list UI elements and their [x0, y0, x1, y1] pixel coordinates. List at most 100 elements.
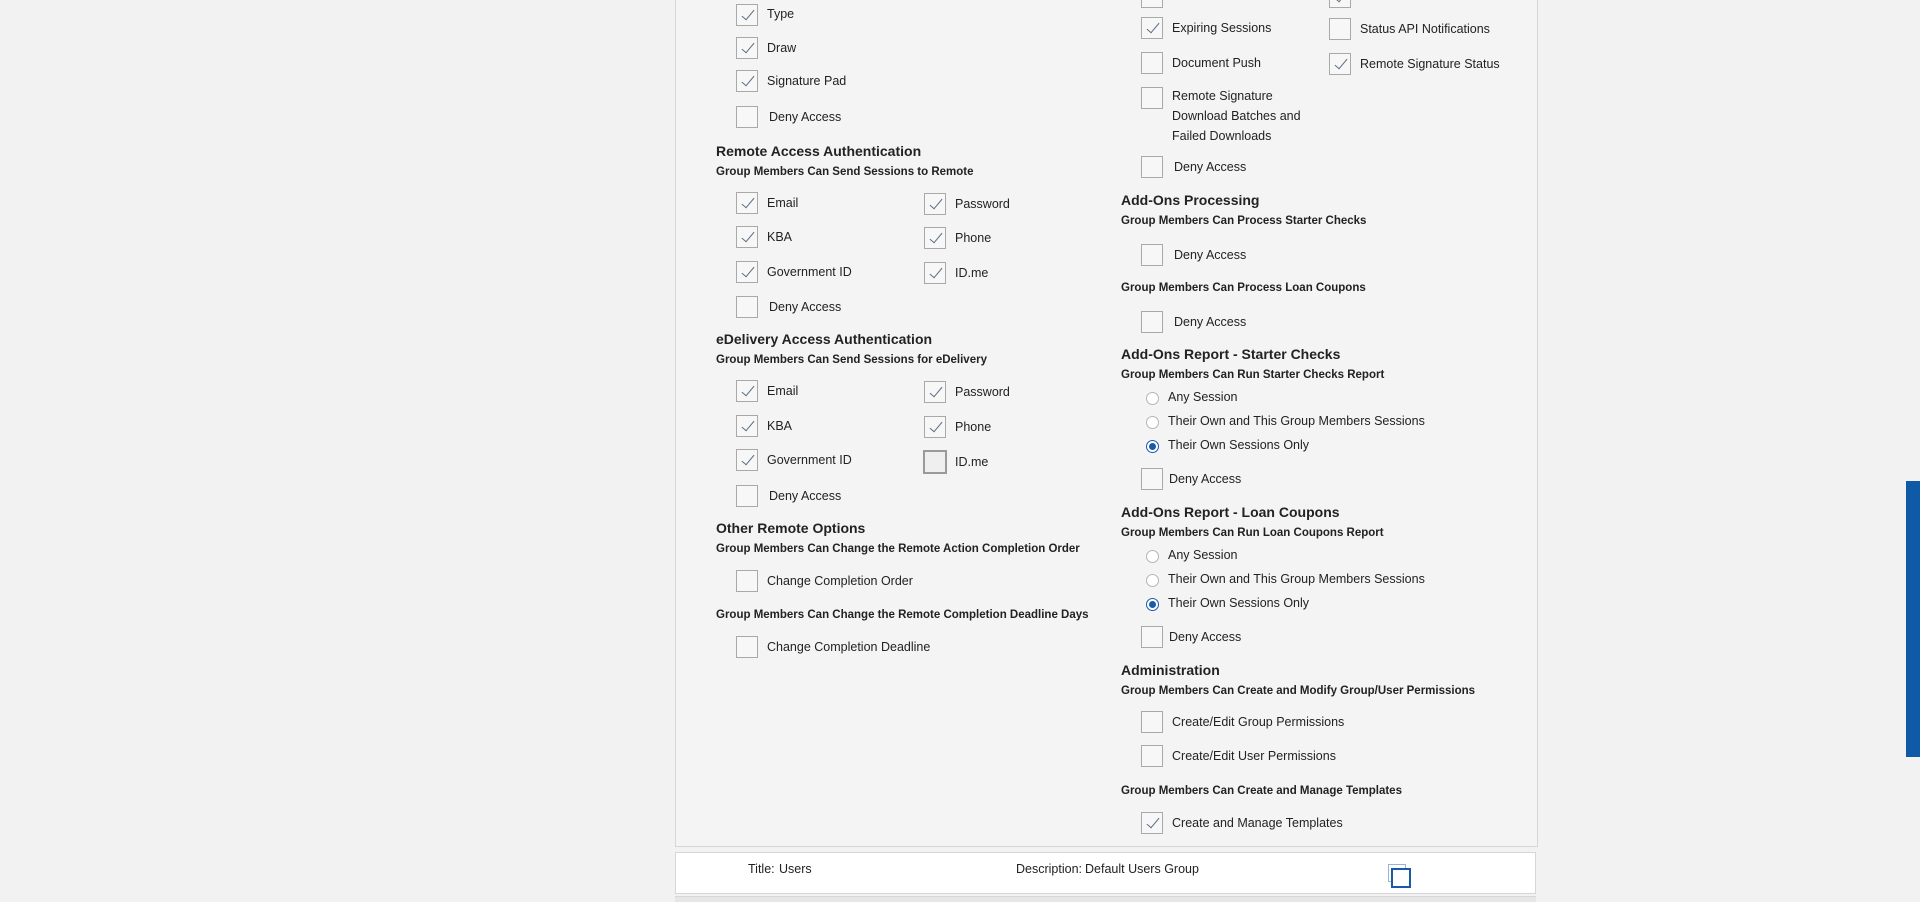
label-report-loan-deny: Deny Access [1169, 630, 1242, 644]
footer-description-label: Description: [1016, 862, 1082, 876]
section-report-loan-title: Add-Ons Report - Loan Coupons [1121, 504, 1340, 520]
label-create-manage-templates: Create and Manage Templates [1172, 816, 1343, 830]
section-addons-processing-loan: Group Members Can Process Loan Coupons [1121, 282, 1366, 294]
label-remote-email: Email [767, 196, 799, 210]
label-change-completion-deadline: Change Completion Deadline [767, 640, 931, 654]
checkbox-notifications-deny[interactable] [1141, 156, 1163, 178]
label-process-starter-deny: Deny Access [1174, 248, 1247, 262]
section-edelivery-title: eDelivery Access Authentication [716, 331, 933, 347]
checkbox-create-edit-group-permissions[interactable] [1141, 711, 1163, 733]
label-edelivery-email: Email [767, 384, 799, 398]
checkbox-type[interactable] [736, 4, 758, 26]
checkbox-partial-top-right[interactable] [1329, 0, 1351, 8]
checkbox-remote-government-id[interactable] [736, 261, 758, 283]
next-row-edge [675, 896, 1536, 902]
label-edelivery-deny: Deny Access [769, 489, 842, 503]
checkbox-remote-deny[interactable] [736, 296, 758, 318]
radio-starter-any-session[interactable] [1146, 392, 1159, 405]
scrollbar-thumb[interactable] [1906, 481, 1920, 757]
checkbox-edelivery-email[interactable] [736, 380, 758, 402]
label-remote-signature-status: Remote Signature Status [1360, 57, 1500, 71]
section-report-loan-subtitle: Group Members Can Run Loan Coupons Repor… [1121, 527, 1384, 539]
checkbox-remote-signature-download[interactable] [1141, 87, 1163, 109]
label-remote-phone: Phone [955, 231, 992, 245]
section-other-remote-subtitle2: Group Members Can Change the Remote Comp… [716, 609, 1089, 621]
label-edelivery-kba: KBA [767, 419, 793, 433]
radio-loan-own-and-group[interactable] [1146, 574, 1159, 587]
label-remote-password: Password [955, 197, 1010, 211]
checkbox-document-push[interactable] [1141, 52, 1163, 74]
footer-title-label: Title: [748, 862, 775, 876]
label-report-starter-deny: Deny Access [1169, 472, 1242, 486]
label-remote-government-id: Government ID [767, 265, 852, 279]
checkbox-signature-deny[interactable] [736, 106, 758, 128]
checkbox-draw[interactable] [736, 37, 758, 59]
checkbox-edelivery-password[interactable] [924, 381, 946, 403]
section-addons-processing-title: Add-Ons Processing [1121, 192, 1260, 208]
checkbox-create-manage-templates[interactable] [1141, 812, 1163, 834]
label-document-push: Document Push [1172, 56, 1261, 70]
section-edelivery-subtitle: Group Members Can Send Sessions for eDel… [716, 354, 987, 366]
section-administration-subtitle: Group Members Can Create and Modify Grou… [1121, 685, 1476, 697]
label-loan-own-and-group: Their Own and This Group Members Session… [1168, 572, 1425, 586]
label-remote-idme: ID.me [955, 266, 989, 280]
label-create-edit-group-permissions: Create/Edit Group Permissions [1172, 715, 1345, 729]
label-remote-deny: Deny Access [769, 300, 842, 314]
label-remote-signature-download: Remote Signature Download Batches and Fa… [1172, 89, 1301, 143]
checkbox-edelivery-idme[interactable] [923, 450, 947, 474]
section-remote-access-title: Remote Access Authentication [716, 143, 922, 159]
checkbox-remote-email[interactable] [736, 192, 758, 214]
checkbox-remote-password[interactable] [924, 193, 946, 215]
checkbox-remote-phone[interactable] [924, 227, 946, 249]
label-signature-deny: Deny Access [769, 110, 842, 124]
footer-title-value: Users [779, 862, 812, 876]
label-create-edit-user-permissions: Create/Edit User Permissions [1172, 749, 1336, 763]
checkbox-partial-top[interactable] [1141, 0, 1163, 8]
section-other-remote-subtitle1: Group Members Can Change the Remote Acti… [716, 543, 1080, 555]
label-loan-any-session: Any Session [1168, 548, 1238, 562]
radio-starter-own-and-group[interactable] [1146, 416, 1159, 429]
label-starter-own-and-group: Their Own and This Group Members Session… [1168, 414, 1425, 428]
label-expiring-sessions: Expiring Sessions [1172, 21, 1272, 35]
section-addons-processing-starter: Group Members Can Process Starter Checks [1121, 215, 1367, 227]
checkbox-status-api-notifications[interactable] [1329, 18, 1351, 40]
checkbox-remote-signature-status[interactable] [1329, 53, 1351, 75]
radio-loan-own-only[interactable] [1146, 598, 1159, 611]
label-draw: Draw [767, 41, 797, 55]
copy-icon[interactable] [1388, 864, 1414, 888]
radio-loan-any-session[interactable] [1146, 550, 1159, 563]
label-edelivery-government-id: Government ID [767, 453, 852, 467]
section-report-starter-title: Add-Ons Report - Starter Checks [1121, 346, 1341, 362]
label-type: Type [767, 7, 795, 21]
checkbox-edelivery-deny[interactable] [736, 485, 758, 507]
checkbox-report-starter-deny[interactable] [1141, 468, 1163, 490]
section-remote-access-subtitle: Group Members Can Send Sessions to Remot… [716, 166, 974, 178]
checkbox-change-completion-deadline[interactable] [736, 636, 758, 658]
label-notifications-deny: Deny Access [1174, 160, 1247, 174]
checkbox-remote-kba[interactable] [736, 226, 758, 248]
checkbox-remote-idme[interactable] [924, 262, 946, 284]
checkbox-process-loan-deny[interactable] [1141, 311, 1163, 333]
checkbox-edelivery-kba[interactable] [736, 415, 758, 437]
section-administration-title: Administration [1121, 662, 1220, 678]
copy-icon-front [1391, 868, 1411, 888]
checkbox-change-completion-order[interactable] [736, 570, 758, 592]
footer-description-value: Default Users Group [1085, 862, 1199, 876]
checkbox-report-loan-deny[interactable] [1141, 626, 1163, 648]
label-edelivery-phone: Phone [955, 420, 992, 434]
radio-starter-own-only[interactable] [1146, 440, 1159, 453]
checkbox-process-starter-deny[interactable] [1141, 244, 1163, 266]
checkbox-expiring-sessions[interactable] [1141, 17, 1163, 39]
checkbox-edelivery-government-id[interactable] [736, 449, 758, 471]
checkbox-edelivery-phone[interactable] [924, 416, 946, 438]
section-report-starter-subtitle: Group Members Can Run Starter Checks Rep… [1121, 369, 1385, 381]
checkbox-create-edit-user-permissions[interactable] [1141, 745, 1163, 767]
label-process-loan-deny: Deny Access [1174, 315, 1247, 329]
label-remote-kba: KBA [767, 230, 793, 244]
label-starter-own-only: Their Own Sessions Only [1168, 438, 1310, 452]
section-templates-subtitle: Group Members Can Create and Manage Temp… [1121, 785, 1402, 797]
label-starter-any-session: Any Session [1168, 390, 1238, 404]
checkbox-signature-pad[interactable] [736, 70, 758, 92]
label-change-completion-order: Change Completion Order [767, 574, 913, 588]
label-edelivery-password: Password [955, 385, 1010, 399]
